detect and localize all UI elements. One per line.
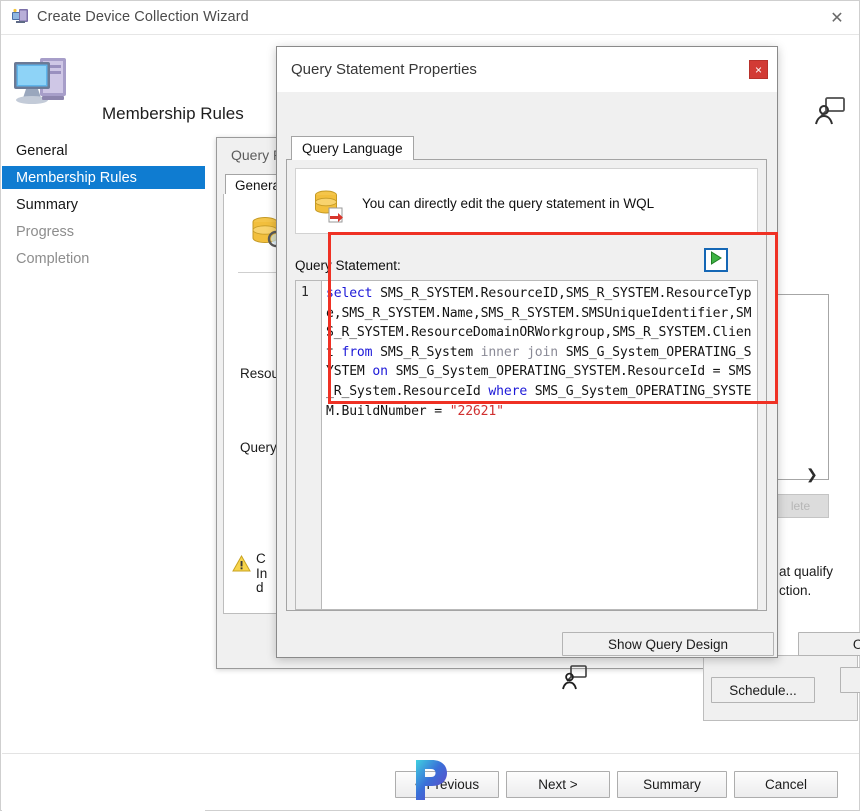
show-query-design-label: Show Query Design — [607, 636, 729, 652]
warning-triangle-icon — [232, 554, 251, 572]
close-icon: ✕ — [830, 9, 844, 27]
summary-button[interactable]: Summary — [617, 771, 727, 798]
next-button[interactable]: Next > — [506, 771, 610, 798]
tab-query-language[interactable]: Query Language — [291, 136, 414, 160]
next-label: Next > — [538, 777, 578, 792]
background-listbox[interactable] — [771, 294, 829, 480]
code-token: select — [326, 286, 373, 301]
info-box: You can directly edit the query statemen… — [295, 168, 758, 234]
query-statement-close-button[interactable]: × — [749, 60, 768, 79]
sidebar-item-label: Progress — [16, 223, 75, 240]
wizard-title: Create Device Collection Wizard — [37, 9, 249, 25]
info-text: You can directly edit the query statemen… — [362, 196, 655, 211]
delete-label: lete — [790, 499, 811, 513]
screenshot-root: Create Device Collection Wizard ✕ Member… — [0, 0, 860, 811]
editor-line-gutter: 1 — [295, 280, 321, 610]
cancel-label: Cancel — [764, 777, 808, 792]
query-statement-label: Query Statement: — [295, 258, 401, 273]
query-statement-editor[interactable]: select SMS_R_SYSTEM.ResourceID,SMS_R_SYS… — [321, 280, 758, 610]
query-statement-properties-dialog: Query Statement Properties × Query Langu… — [276, 46, 860, 693]
wizard-sidebar: General Membership Rules Summary Progres… — [2, 135, 205, 811]
line-number: 1 — [301, 285, 309, 300]
resource-label: Resou — [240, 366, 280, 381]
previous-label: < Previous — [414, 777, 480, 792]
previous-button[interactable]: < Previous — [395, 771, 499, 798]
sidebar-item-membership-rules[interactable]: Membership Rules — [2, 166, 205, 189]
cancel-button[interactable]: Cancel — [734, 771, 838, 798]
database-export-icon — [313, 189, 347, 223]
code-token: on — [372, 364, 388, 380]
window-close-button[interactable]: ✕ — [815, 1, 859, 34]
chevron-right-icon[interactable]: ❯ — [806, 466, 818, 483]
open-in-code-editor-label: Open in code editor... — [852, 636, 860, 652]
code-token: where — [488, 383, 528, 399]
sidebar-item-completion: Completion — [2, 247, 205, 270]
code-token: inner join — [480, 344, 559, 360]
code-token: "22621" — [449, 403, 504, 419]
computers-illustration-icon — [12, 50, 80, 114]
sidebar-item-general[interactable]: General — [2, 139, 205, 162]
sidebar-item-label: General — [16, 142, 68, 159]
wizard-app-icon — [11, 8, 31, 28]
delete-button-disabled: lete — [772, 494, 829, 518]
presenter-person-icon[interactable] — [812, 96, 848, 126]
sidebar-item-progress: Progress — [2, 220, 205, 243]
query-statement-dialog-title: Query Statement Properties — [291, 61, 477, 78]
sidebar-item-label: Completion — [16, 250, 90, 267]
schedule-button[interactable]: Schedule... — [711, 677, 815, 703]
footer-divider — [2, 753, 859, 754]
warning-message: C In d — [256, 552, 268, 595]
summary-label: Summary — [643, 777, 701, 792]
query-statement-titlebar: Query Statement Properties × — [277, 47, 777, 92]
background-description-text: at qualify ction. — [779, 564, 834, 598]
sidebar-item-label: Membership Rules — [16, 169, 137, 186]
code-token: from — [341, 344, 373, 360]
schedule-label: Schedule... — [729, 682, 797, 698]
run-play-icon — [709, 250, 723, 270]
wizard-titlebar: Create Device Collection Wizard ✕ — [1, 1, 859, 35]
query-statement-ok-button[interactable]: OK — [840, 667, 860, 693]
query-language-panel: You can directly edit the query statemen… — [286, 159, 767, 611]
sidebar-item-summary[interactable]: Summary — [2, 193, 205, 216]
close-icon: × — [754, 62, 762, 77]
tab-query-language-label: Query Language — [302, 141, 403, 156]
query-label: Query — [240, 440, 277, 455]
page-title: Membership Rules — [102, 104, 244, 123]
open-in-code-editor-button[interactable]: Open in code editor... — [798, 632, 860, 656]
query-code-text: select SMS_R_SYSTEM.ResourceID,SMS_R_SYS… — [326, 284, 756, 421]
presenter-person-icon[interactable] — [560, 665, 588, 691]
sidebar-item-label: Summary — [16, 196, 79, 213]
show-query-design-button[interactable]: Show Query Design — [562, 632, 774, 656]
code-token: SMS_R_System — [372, 344, 481, 360]
run-query-button[interactable] — [704, 248, 728, 272]
